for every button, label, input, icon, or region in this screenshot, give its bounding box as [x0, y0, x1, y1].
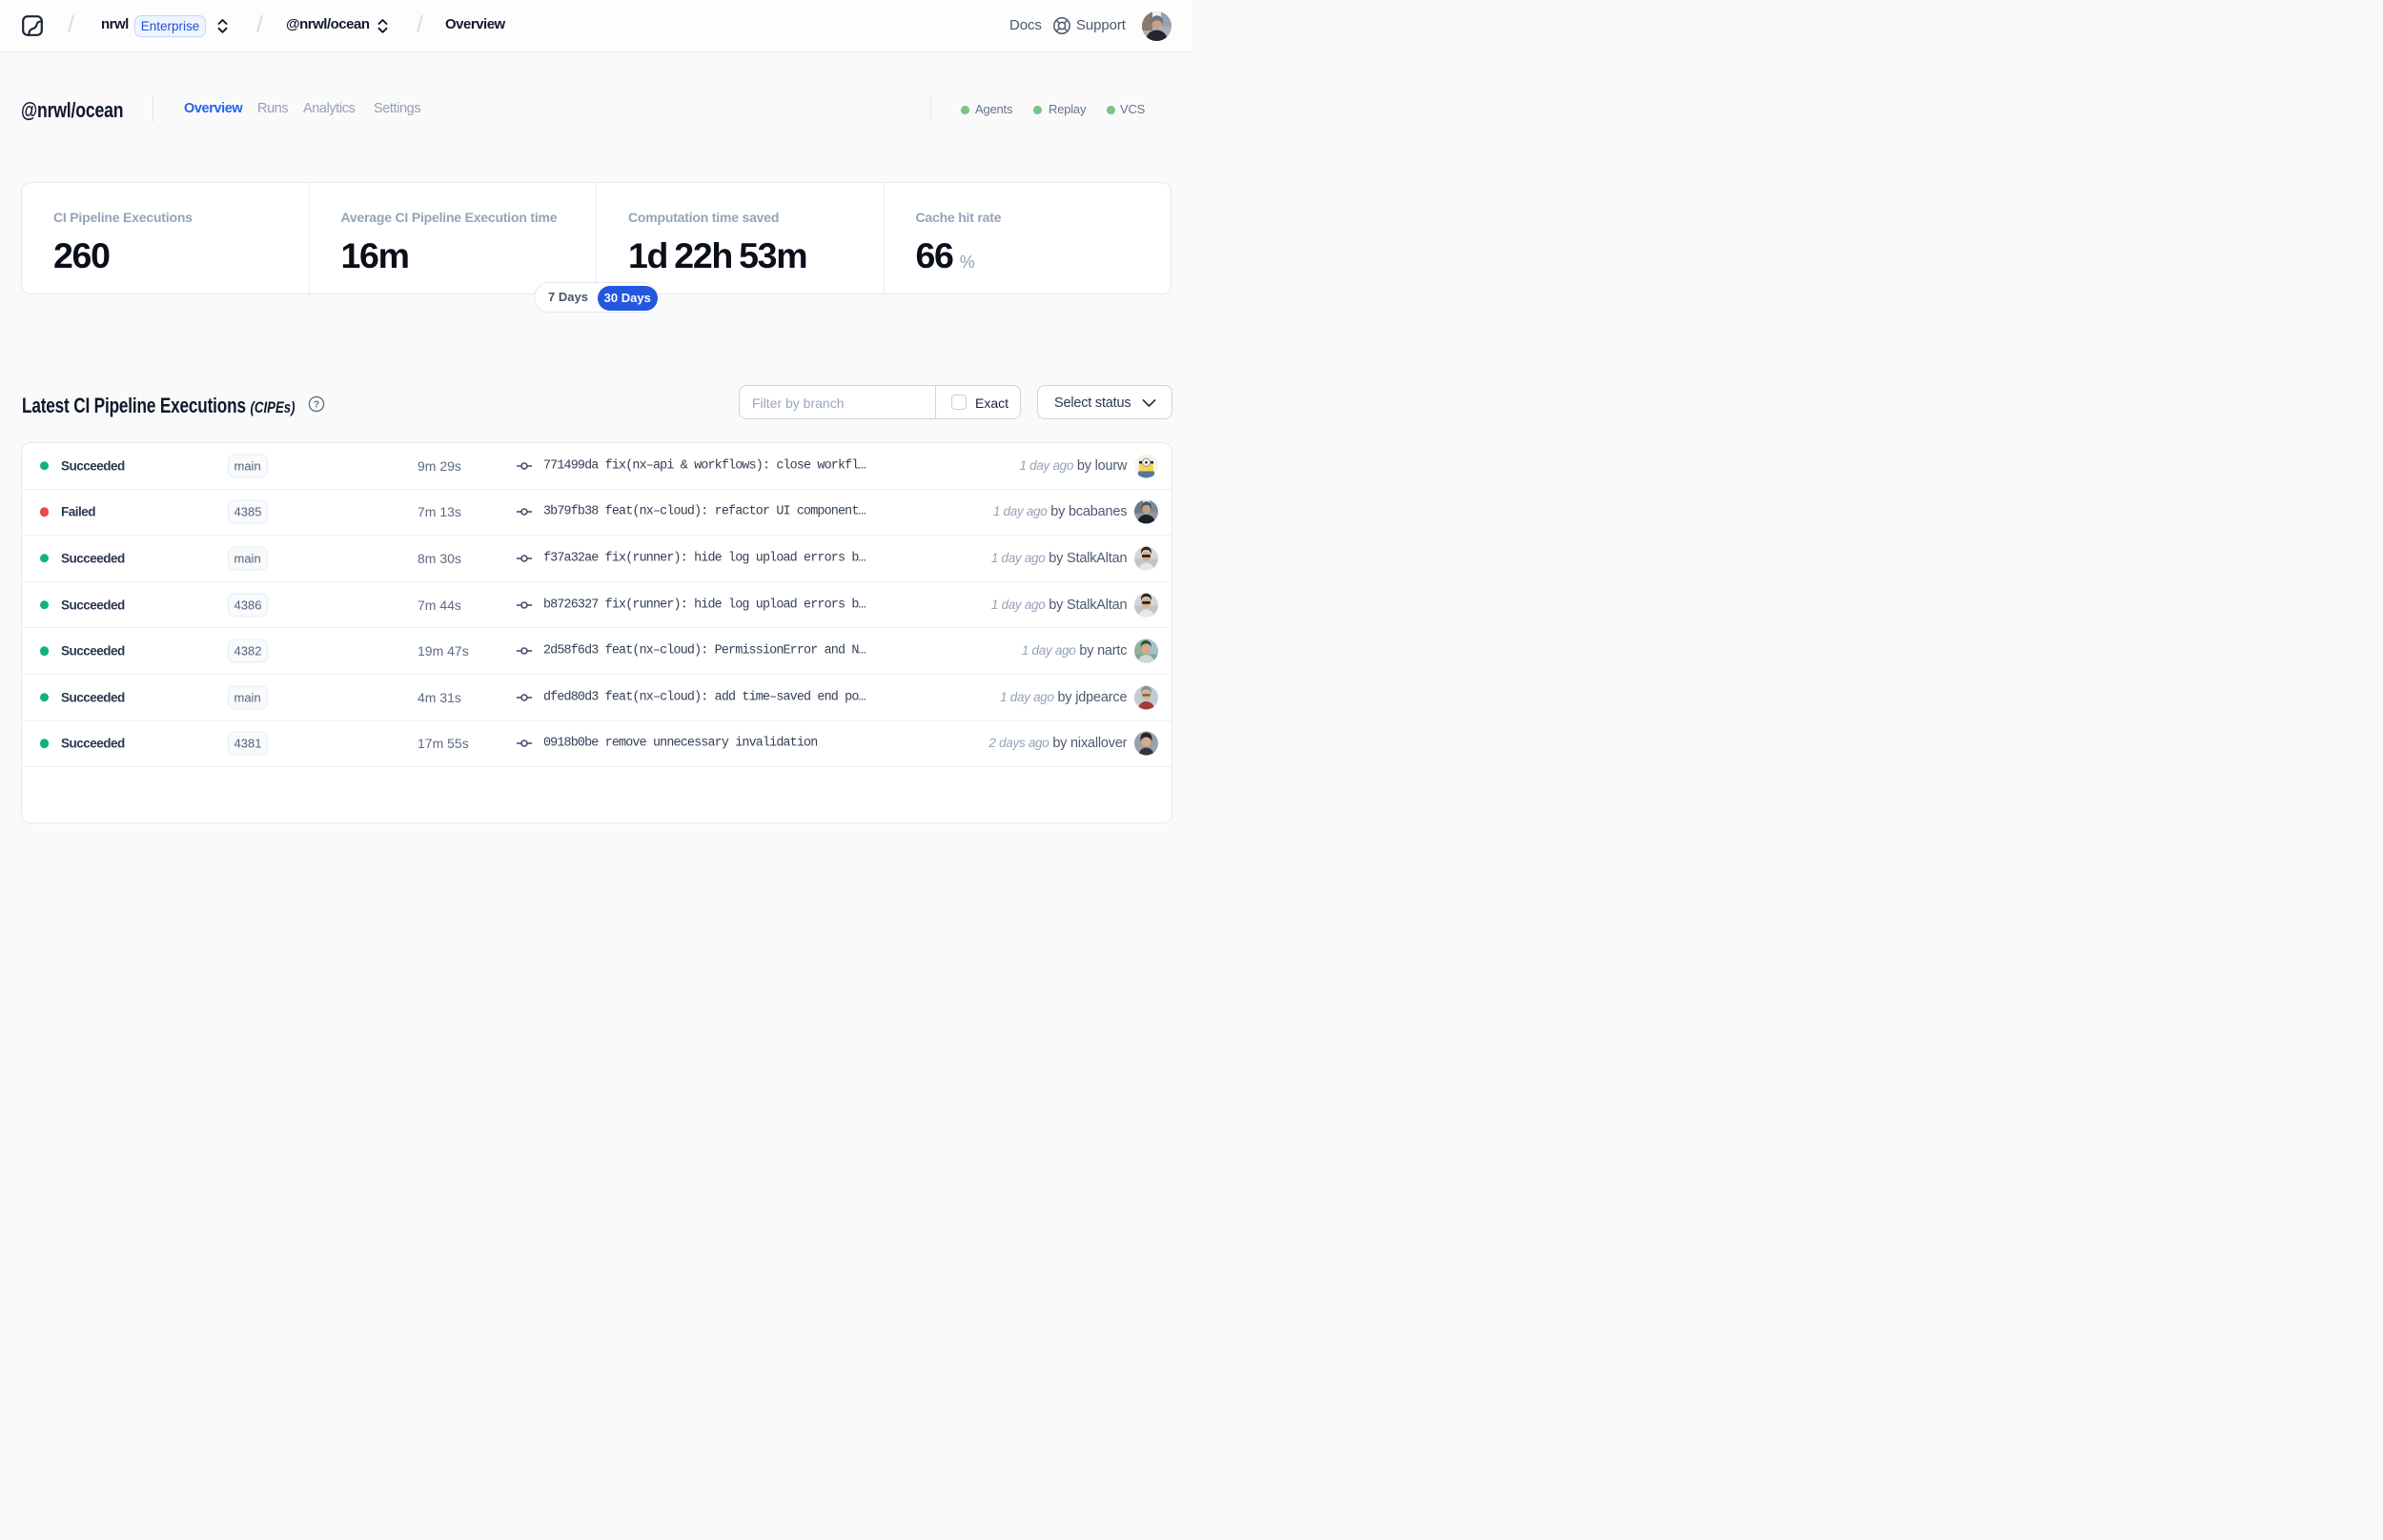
svg-text:?: ? — [314, 399, 319, 411]
